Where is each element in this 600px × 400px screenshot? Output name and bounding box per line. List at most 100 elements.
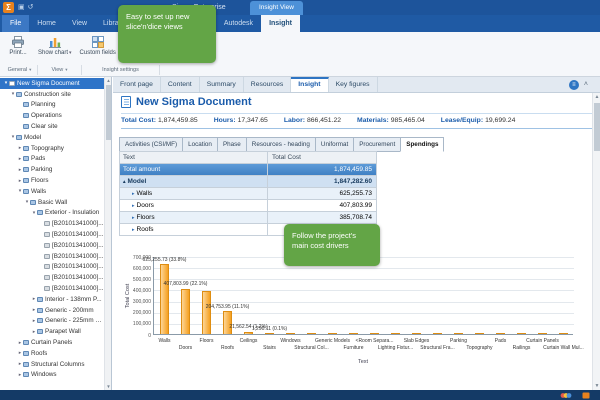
scroll-up-icon[interactable]: ▲ [105,77,112,84]
chart-bar-furniture[interactable] [349,333,358,334]
tree-item-construction-site[interactable]: ▾Construction site [0,89,105,100]
chart-bar-doors[interactable] [181,289,190,334]
tree-scrollbar[interactable]: ▲ ▼ [104,77,111,390]
ribbon-tab-home[interactable]: Home [29,15,64,32]
chart-bar-lighting-fixtur[interactable] [391,333,400,334]
doc-tab-summary[interactable]: Summary [200,77,244,92]
expand-icon[interactable]: ▸ [132,212,135,223]
collapse-icon[interactable]: ▴ [123,176,126,187]
tree-item-interior-138mm-p[interactable]: ▸Interior - 138mm P... [0,294,105,305]
doc-tab-content[interactable]: Content [161,77,200,92]
ribbon-tab-view[interactable]: View [64,15,95,32]
column-header-total-cost[interactable]: Total Cost [268,152,376,163]
tree-item-roofs[interactable]: ▸Roofs [0,348,105,359]
doc-tab-key-figures[interactable]: Key figures [329,77,378,92]
ribbon-group-insight-settings: Insight settings [82,65,160,75]
table-row-total-amount[interactable]: Total amount1,874,459.85 [120,164,376,176]
tree-item-b20101341000[interactable]: [B20101341000]... [0,251,105,262]
doc-tab-front-page[interactable]: Front page [113,77,161,92]
contextual-tab-header[interactable]: Insight View [250,1,303,15]
chart-bar-structural-fra[interactable] [433,333,442,334]
ribbon-button-print[interactable]: Print... [2,34,34,66]
doc-tab-insight[interactable]: Insight [291,77,328,92]
tree-item-parking[interactable]: ▸Parking [0,164,105,175]
main-scrollbar[interactable]: ▲ ▼ [592,93,600,390]
pivot-tab-resources-heading[interactable]: Resources - heading [246,137,316,152]
tree-item-b20101341000[interactable]: [B20101341000]... [0,240,105,251]
tree-item-new-sigma-document[interactable]: ▾New Sigma Document [0,78,105,89]
tree-item-curtain-panels[interactable]: ▸Curtain Panels [0,337,105,348]
scroll-up-icon[interactable]: ▲ [593,93,600,101]
chart-bar-generic-models[interactable] [328,333,337,334]
chart-bar-curtain-panels[interactable] [538,333,547,334]
scroll-down-icon[interactable]: ▼ [105,383,112,390]
tree-item-generic-200mm[interactable]: ▸Generic - 200mm [0,305,105,316]
pivot-tab-uniformat[interactable]: Uniformat [315,137,354,152]
ribbon-tab-autodesk[interactable]: Autodesk [216,15,261,32]
tree-item-b20101341000[interactable]: [B20101341000]... [0,283,105,294]
expand-icon[interactable]: ▸ [132,188,135,199]
ribbon-tab-file[interactable]: File [2,15,29,32]
tree-item-pads[interactable]: ▸Pads [0,154,105,165]
tree-item-walls[interactable]: ▾Walls [0,186,105,197]
chart-bar-topography[interactable] [475,333,484,334]
ribbon-button-show-chart[interactable]: Show chart▾ [34,34,76,66]
tree-item-exterior-insulation[interactable]: ▾Exterior - Insulation [0,208,105,219]
chart-bar-slab-edges[interactable] [412,333,421,334]
doc-tab-resources[interactable]: Resources [244,77,292,92]
tree-item-operations[interactable]: Operations [0,110,105,121]
chart-bar-pads[interactable] [496,333,505,334]
scrollbar-thumb[interactable] [594,103,600,151]
tree-item-b20101341000[interactable]: [B20101341000]... [0,218,105,229]
tree-item-floors[interactable]: ▸Floors [0,175,105,186]
tree-item-parapet-wall[interactable]: ▸Parapet Wall [0,326,105,337]
tree-item-model[interactable]: ▾Model [0,132,105,143]
pivot-tab-procurement[interactable]: Procurement [353,137,401,152]
tree-item-planning[interactable]: Planning [0,100,105,111]
ribbon-body: Print...Show chart▾ Custom fields Insight … [0,32,600,77]
tree-item-basic-wall[interactable]: ▾Basic Wall [0,197,105,208]
tree-item-generic-225mm-c[interactable]: ▸Generic - 225mm C... [0,316,105,327]
chart-bar-curtain-wall-mul[interactable] [559,333,568,334]
chart-bar-ceilings[interactable] [244,332,253,334]
table-row-model[interactable]: ▴Model1,847,282.60 [120,176,376,188]
table-row-walls[interactable]: ▸Walls625,255.73 [120,188,376,200]
pivot-tab-location[interactable]: Location [182,137,218,152]
pivot-tab-activities-csi-mf[interactable]: Activities (CSI/MF) [119,137,183,152]
chart-bar-windows[interactable] [286,333,295,334]
table-row-doors[interactable]: ▸Doors407,803.99 [120,200,376,212]
chart-bar-stairs[interactable] [265,333,274,334]
scroll-down-icon[interactable]: ▼ [593,382,600,390]
scrollbar-thumb[interactable] [106,85,111,140]
theme-icon[interactable] [582,392,590,399]
ribbon-tab-insight[interactable]: Insight [261,15,300,32]
chart-bar-structural-col[interactable] [307,333,316,334]
quick-access-toolbar[interactable]: ▣↺ [18,3,36,11]
ribbon-button-label: Custom fields [80,50,116,56]
tree-item-b20101341000[interactable]: [B20101341000]... [0,272,105,283]
tree-item-b20101341000[interactable]: [B20101341000]... [0,229,105,240]
expand-icon[interactable]: ▸ [132,200,135,211]
chart-bar-walls[interactable] [160,264,169,334]
chart-bar-parking[interactable] [454,333,463,334]
item-icon [44,221,50,226]
tree-item-clear-site[interactable]: Clear site [0,121,105,132]
pivot-tab-spendings[interactable]: Spendings [400,137,444,152]
palette-icon[interactable] [560,392,572,399]
tree-item-structural-columns[interactable]: ▸Structural Columns [0,359,105,370]
table-row-floors[interactable]: ▸Floors385,708.74 [120,212,376,224]
tree-item-b20101341000[interactable]: [B20101341000]... [0,262,105,273]
collapse-chevron-icon[interactable]: ˄ [584,80,588,90]
tree-item-windows[interactable]: ▸Windows [0,370,105,381]
chart-bar-floors[interactable] [202,291,211,334]
chart-bar-roofs[interactable] [223,311,232,334]
column-header-text[interactable]: Text [120,152,268,163]
chart-bar-room-separa[interactable] [370,333,379,334]
chart-bar-railings[interactable] [517,333,526,334]
tree-item-topography[interactable]: ▸Topography [0,143,105,154]
pivot-tab-phase[interactable]: Phase [217,137,247,152]
expand-icon[interactable]: ▸ [132,224,135,235]
menu-circle-icon[interactable]: ≡ [569,80,579,90]
tree-item-label: Pads [31,155,45,162]
ribbon-button-custom-fields[interactable]: Custom fields [76,34,120,66]
